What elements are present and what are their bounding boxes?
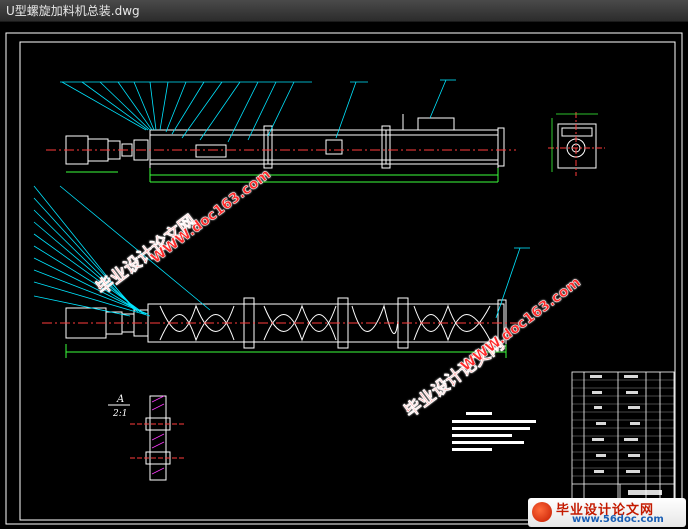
section-label: A — [116, 394, 124, 405]
technical-notes — [452, 412, 536, 451]
window-title: U型螺旋加料机总装.dwg — [6, 4, 140, 18]
parts-list-rows — [572, 379, 674, 477]
section-scale: 2:1 — [112, 409, 127, 419]
badge-url: www.56doc.com — [572, 514, 664, 525]
title-block — [571, 371, 675, 519]
site-badge: 毕业设计论文网 www.56doc.com — [528, 498, 686, 527]
leaders-top — [60, 79, 456, 143]
drawing-canvas[interactable]: A 2:1 毕业设计论文网 WWW.doc163.com 毕业设计论文网 WWW… — [0, 22, 688, 529]
end-view — [557, 123, 597, 169]
window-titlebar: U型螺旋加料机总装.dwg — [0, 0, 688, 22]
dimension-plan — [65, 344, 507, 358]
site-logo-icon — [532, 502, 552, 522]
section-a-detail — [145, 395, 171, 481]
inlet-top — [417, 117, 455, 131]
parts-list-text — [590, 375, 662, 495]
top-view — [65, 114, 505, 172]
leaders-plan — [33, 185, 530, 319]
dimension-top — [66, 168, 499, 183]
section-hatch — [151, 395, 165, 475]
